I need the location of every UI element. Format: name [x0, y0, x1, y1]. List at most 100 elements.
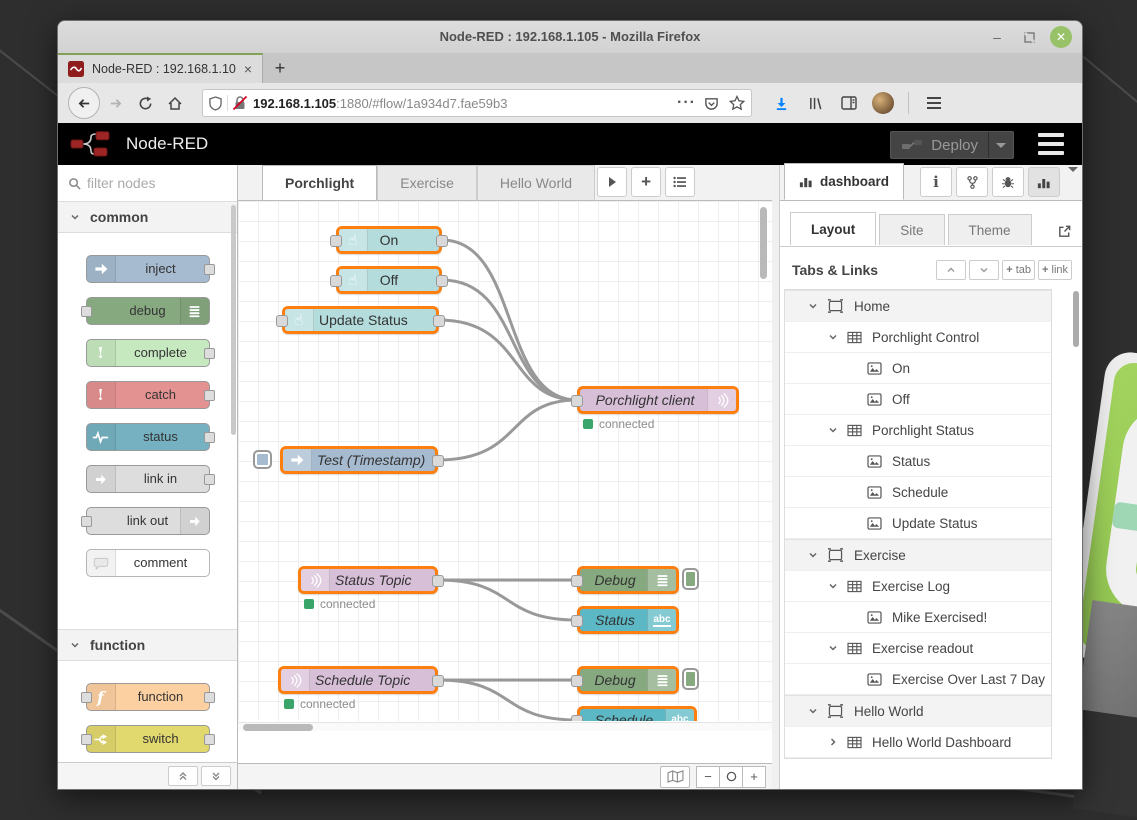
info-tab-button[interactable]: i	[920, 167, 952, 197]
panel-tab-theme[interactable]: Theme	[948, 214, 1032, 245]
wire[interactable]	[438, 580, 577, 620]
chevron-down-icon[interactable]	[827, 581, 839, 591]
output-port[interactable]	[204, 734, 215, 745]
palette-node-debug[interactable]: debug	[86, 297, 210, 325]
tree-item-exercise[interactable]: Exercise	[785, 539, 1051, 571]
account-avatar[interactable]	[868, 88, 898, 118]
flow-tab-hello-world[interactable]: Hello World	[477, 165, 595, 200]
input-port[interactable]	[571, 395, 583, 407]
zoom-out-button[interactable]: −	[696, 766, 720, 788]
palette-category-function[interactable]: function	[58, 629, 237, 661]
flow-node-off[interactable]: ☝Off	[336, 266, 442, 294]
input-port[interactable]	[571, 615, 583, 627]
pocket-icon[interactable]	[704, 96, 719, 111]
zoom-in-button[interactable]: +	[743, 766, 766, 788]
sidebar-tab-dashboard[interactable]: dashboard	[784, 163, 904, 200]
new-tab-button[interactable]: +	[263, 53, 297, 83]
chevron-down-icon[interactable]	[827, 643, 839, 653]
palette-node-link out[interactable]: link out	[86, 507, 210, 535]
window-titlebar[interactable]: Node-RED : 192.168.1.105 - Mozilla Firef…	[58, 21, 1082, 54]
output-port[interactable]	[204, 432, 215, 443]
flow-node-status-topic[interactable]: Status Topic	[298, 566, 438, 594]
flow-node-update-status[interactable]: ☝Update Status	[282, 306, 439, 334]
flow-node-debug[interactable]: Debug	[577, 666, 679, 694]
output-port[interactable]	[204, 264, 215, 275]
input-port[interactable]	[571, 675, 583, 687]
tree-item-exercise-log[interactable]: Exercise Log	[785, 571, 1051, 602]
flow-node-test-timestamp-[interactable]: Test (Timestamp)	[280, 446, 438, 474]
output-port[interactable]	[436, 235, 448, 247]
tree-item-schedule[interactable]: Schedule	[785, 477, 1051, 508]
tab-close-icon[interactable]: ×	[244, 61, 252, 77]
add-flow-button[interactable]: +	[631, 167, 661, 197]
palette-search[interactable]: filter nodes	[58, 165, 237, 202]
canvas-vscrollbar[interactable]	[760, 207, 767, 279]
deploy-dropdown[interactable]	[988, 132, 1013, 158]
tree-item-death-star[interactable]: Death Star	[785, 758, 1051, 759]
tree-item-hello-world-dashboard[interactable]: Hello World Dashboard	[785, 727, 1051, 758]
sidebar-tabs-dropdown[interactable]	[1068, 172, 1078, 190]
palette-node-complete[interactable]: !complete	[86, 339, 210, 367]
output-port[interactable]	[204, 390, 215, 401]
chevron-down-icon[interactable]	[827, 425, 839, 435]
wire[interactable]	[442, 280, 577, 400]
zoom-reset-button[interactable]	[720, 766, 743, 788]
reload-button[interactable]	[130, 88, 160, 118]
tree-expand-all-button[interactable]	[969, 260, 999, 280]
input-port[interactable]	[571, 715, 583, 721]
chevron-down-icon[interactable]	[827, 332, 839, 342]
output-port[interactable]	[432, 575, 444, 587]
broken-lock-icon[interactable]	[233, 95, 247, 111]
next-tab-button[interactable]	[597, 167, 627, 197]
tree-item-porchlight-control[interactable]: Porchlight Control	[785, 322, 1051, 353]
output-port[interactable]	[432, 455, 444, 467]
restore-button[interactable]	[1018, 26, 1040, 48]
flow-canvas[interactable]: ☝On☝Off☝Update StatusPorchlight clientco…	[238, 201, 772, 721]
output-port[interactable]	[433, 315, 445, 327]
shield-icon[interactable]	[209, 96, 222, 111]
navigator-map-button[interactable]	[660, 766, 690, 788]
palette-node-comment[interactable]: comment	[86, 549, 210, 577]
chevron-down-icon[interactable]	[807, 706, 819, 716]
download-icon[interactable]	[766, 88, 796, 118]
output-port[interactable]	[436, 275, 448, 287]
debug-toggle-button[interactable]	[682, 568, 699, 590]
input-port[interactable]	[330, 235, 342, 247]
tree-item-off[interactable]: Off	[785, 384, 1051, 415]
palette-node-catch[interactable]: !catch	[86, 381, 210, 409]
output-port[interactable]	[432, 675, 444, 687]
palette-category-common[interactable]: common	[58, 201, 237, 233]
sidebar-toggle-icon[interactable]	[834, 88, 864, 118]
ellipsis-icon[interactable]: ···	[677, 94, 696, 112]
bookmark-star-icon[interactable]	[729, 95, 745, 111]
tree-collapse-all-button[interactable]	[936, 260, 966, 280]
open-dashboard-external-icon[interactable]	[1057, 224, 1072, 239]
nodered-menu-icon[interactable]	[1038, 133, 1064, 155]
input-port[interactable]	[571, 575, 583, 587]
dashboard-tab-button[interactable]	[1028, 167, 1060, 197]
menu-icon[interactable]	[919, 88, 949, 118]
flow-node-status[interactable]: abcStatus	[577, 606, 679, 634]
debug-bug-button[interactable]	[992, 167, 1024, 197]
back-button[interactable]	[68, 87, 100, 119]
flow-tab-exercise[interactable]: Exercise	[377, 165, 477, 200]
tree-item-update-status[interactable]: Update Status	[785, 508, 1051, 539]
palette-node-switch[interactable]: switch	[86, 725, 210, 753]
flow-node-schedule-topic[interactable]: Schedule Topic	[278, 666, 438, 694]
library-icon[interactable]	[800, 88, 830, 118]
debug-toggle-button[interactable]	[682, 668, 699, 690]
tree-item-exercise-over-last-7-day[interactable]: Exercise Over Last 7 Day	[785, 664, 1051, 695]
sidebar-scrollbar[interactable]	[1073, 291, 1079, 347]
output-port[interactable]	[204, 474, 215, 485]
add-link-button[interactable]: + link	[1038, 260, 1072, 280]
input-port[interactable]	[276, 315, 288, 327]
output-port[interactable]	[204, 692, 215, 703]
browser-tab[interactable]: Node-RED : 192.168.1.105 ×	[58, 53, 263, 83]
minimize-button[interactable]: –	[986, 26, 1008, 48]
input-port[interactable]	[81, 516, 92, 527]
input-port[interactable]	[81, 734, 92, 745]
input-port[interactable]	[81, 306, 92, 317]
url-bar[interactable]: 192.168.1.105:1880/#flow/1a934d7.fae59b3…	[202, 89, 752, 117]
chevron-down-icon[interactable]	[807, 301, 819, 311]
palette-node-link in[interactable]: link in	[86, 465, 210, 493]
